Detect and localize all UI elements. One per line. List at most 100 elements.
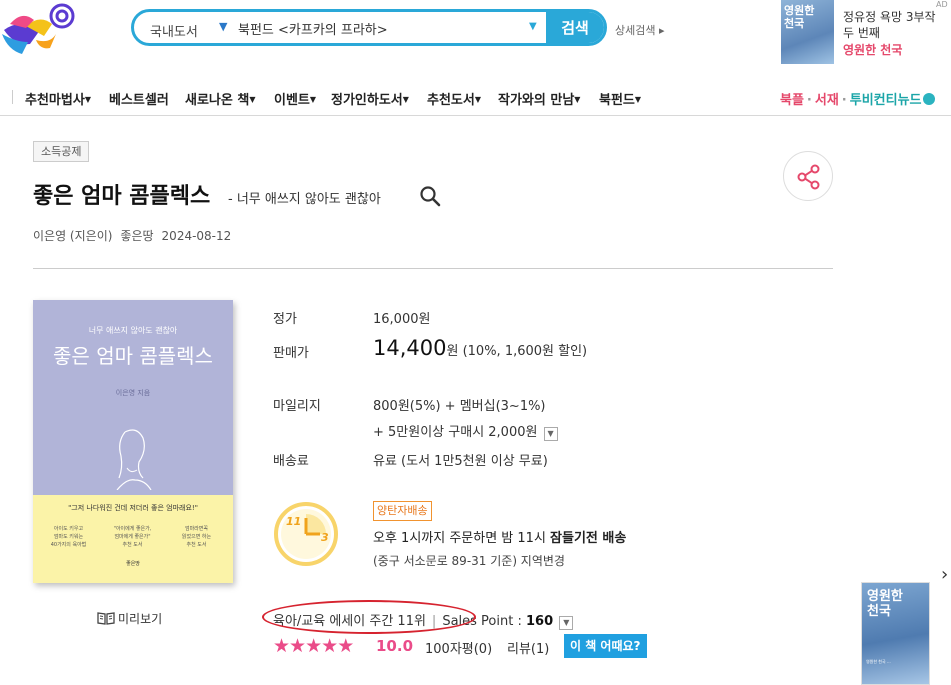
mileage-expand-icon[interactable]: ▼	[543, 427, 558, 441]
nav-item-price-cut[interactable]: 정가인하도서▼	[331, 89, 409, 108]
delivery-info-bold: 잠들기전 배송	[550, 531, 627, 546]
delivery-info: 오후 1시까지 주문하면 밤 11시 잠들기전 배송	[373, 527, 626, 546]
how-about-book-button[interactable]: 이 책 어때요?	[564, 634, 647, 658]
review-link[interactable]: 리뷰(1)	[507, 638, 549, 657]
nav-item-label: 정가인하도서	[331, 93, 403, 108]
dropdown-triangle-icon: ▼	[249, 95, 256, 104]
nav-item-recommend-wizard[interactable]: 추천마법사▼	[25, 89, 91, 108]
dropdown-triangle-icon: ▼	[634, 95, 642, 104]
cover-blurb-2: "아이에게 좋은가, 엄마에게 좋은가" 추천 도서	[113, 526, 152, 548]
mileage-extra-text: + 5만원이상 구매시 2,000원	[373, 425, 538, 440]
publish-date: 2024-08-12	[161, 229, 232, 243]
nav-item-bookfund[interactable]: 북펀드▼	[599, 89, 641, 108]
list-price-value: 16,000원	[373, 312, 431, 327]
woman-illustration-icon	[116, 429, 152, 490]
star-icon: ★	[289, 635, 306, 657]
carpet-delivery-badge: 양탄자배송	[373, 501, 432, 521]
author-link[interactable]: 이은영 (지은이)	[33, 229, 112, 243]
sale-price: 14,400원 (10%, 1,600원 할인)	[373, 336, 587, 360]
book-subtitle: - 너무 애쓰지 않아도 괜찮아	[228, 192, 381, 207]
side-ad-title: 영원한 천국	[867, 589, 903, 619]
nav-item-label: 작가와의 만남	[498, 93, 575, 108]
rating-score: 10.0	[376, 637, 414, 655]
dropdown-triangle-icon: ▼	[84, 95, 91, 104]
nav-dot-separator: ·	[806, 93, 812, 108]
cover-blurb-1: 아이도 키우고 엄마도 키워는 40가지의 육아법	[50, 526, 87, 548]
dropdown-triangle-icon: ▼	[309, 95, 317, 104]
cover-author: 이은영 지음	[115, 389, 151, 397]
preview-label: 미리보기	[118, 612, 163, 626]
chevron-right-icon[interactable]: ›	[941, 564, 948, 585]
rank-highlight-circle	[262, 600, 476, 634]
nav-divider	[12, 90, 13, 104]
sales-point-expand-icon[interactable]: ▼	[559, 616, 574, 630]
top-ad-line3[interactable]: 영원한 천국	[843, 41, 902, 58]
detail-search-link[interactable]: 상세검색 ▸	[615, 22, 665, 38]
delivery-info-prefix: 오후 1시까지 주문하면 밤 11시	[373, 531, 551, 546]
cover-bottom-panel: "그저 나다워진 건데 저더러 좋은 엄마래요!" 아이도 키우고 엄마도 키워…	[33, 495, 233, 583]
cover-publisher: 좋은땅	[126, 561, 140, 567]
book-cover-image[interactable]: 너무 애쓰지 않아도 괜찮아 좋은 엄마 콤플렉스 이은영 지음 "그저 나다워…	[33, 300, 233, 583]
dropdown-arrow-icon[interactable]: ▼	[529, 21, 537, 32]
aladin-logo-icon[interactable]	[0, 0, 80, 62]
top-ad-line2[interactable]: 두 번째	[843, 24, 880, 41]
dropdown-triangle-icon: ▼	[402, 95, 409, 104]
nav-item-label: 베스트셀러	[109, 93, 169, 108]
sale-price-value: 14,400	[373, 336, 447, 360]
dropdown-triangle-icon: ▼	[574, 95, 581, 104]
sales-point-value: 160	[525, 614, 554, 629]
mileage-extra: + 5만원이상 구매시 2,000원 ▼	[373, 421, 558, 441]
ad-mark: AD	[936, 0, 948, 9]
discount-text: (10%, 1,600원 할인)	[462, 344, 588, 359]
nav-item-new-books[interactable]: 새로나온 책▼	[185, 89, 255, 108]
divider	[33, 268, 833, 269]
cover-top-panel: 너무 애쓰지 않아도 괜찮아 좋은 엄마 콤플렉스 이은영 지음	[33, 300, 233, 495]
more-dots-icon[interactable]	[922, 93, 935, 105]
open-book-icon	[97, 612, 115, 625]
rating-stars: ★★★★★	[273, 635, 354, 657]
delivery-region[interactable]: (중구 서소문로 89-31 기준) 지역변경	[373, 552, 565, 569]
nav-item-label: 북펀드	[599, 93, 635, 108]
nav-item-events[interactable]: 이벤트▼	[274, 89, 316, 108]
book-meta: 이은영 (지은이) 좋은땅 2024-08-12	[33, 227, 239, 244]
nav-item-bestseller[interactable]: 베스트셀러	[109, 89, 169, 108]
share-button[interactable]	[783, 151, 833, 201]
search-category-select[interactable]: 국내도서	[150, 21, 198, 40]
nav-item-label: 이벤트	[274, 93, 310, 108]
search-button[interactable]: 검색	[546, 12, 604, 43]
short-review-link[interactable]: 100자평(0)	[425, 638, 492, 657]
side-ad-book-image[interactable]: 영원한 천국 영원한 천국 ...	[861, 582, 930, 685]
nav-item-author-meet[interactable]: 작가와의 만남▼	[498, 89, 580, 108]
nav-item-label: 추천마법사	[25, 93, 85, 108]
sale-price-label: 판매가	[273, 346, 309, 361]
nav-item-recommended[interactable]: 추천도서▼	[427, 89, 481, 108]
nav-dot-separator: ·	[841, 93, 847, 108]
star-icon: ★	[273, 635, 290, 657]
nav-right-links: 북플 · 서재 · 투비컨티뉴드	[780, 89, 935, 108]
top-ad-book-image[interactable]: 영원한 천국	[781, 0, 834, 64]
cover-blurb-3: 엄마라면꼭 읽었으면 하는 추천 도서	[181, 526, 212, 548]
search-icon[interactable]	[419, 185, 441, 207]
nav-item-label: 추천도서	[427, 93, 475, 108]
cover-quote: "그저 나다워진 건데 저더러 좋은 엄마래요!"	[68, 504, 198, 512]
nav-link-bookple[interactable]: 북플	[780, 93, 804, 108]
top-ad-line1[interactable]: 정유정 욕망 3부작	[843, 8, 936, 25]
sale-price-unit: 원	[446, 344, 459, 359]
nav-link-library[interactable]: 서재	[815, 93, 839, 108]
preview-button[interactable]: 미리보기	[97, 610, 162, 627]
shipping-label: 배송료	[273, 454, 309, 469]
mileage-label: 마일리지	[273, 399, 321, 414]
publisher-link[interactable]: 좋은땅	[120, 229, 153, 243]
search-bar: 국내도서 ▼ ▼ 검색	[131, 9, 607, 46]
clock-label-left: 11	[286, 515, 301, 528]
star-icon: ★	[321, 635, 338, 657]
clock-label-right: 3	[321, 531, 329, 544]
clock-icon: 11 3	[274, 502, 338, 566]
nav-link-tobecontinued[interactable]: 투비컨티뉴드	[850, 93, 922, 108]
star-icon: ★	[337, 635, 354, 657]
star-icon: ★	[305, 635, 322, 657]
chevron-down-icon[interactable]: ▼	[219, 20, 227, 33]
top-ad-cover-text: 영원한 천국	[784, 4, 815, 30]
shipping-value: 유료 (도서 1만5천원 이상 무료)	[373, 454, 548, 469]
search-input[interactable]	[238, 18, 523, 38]
